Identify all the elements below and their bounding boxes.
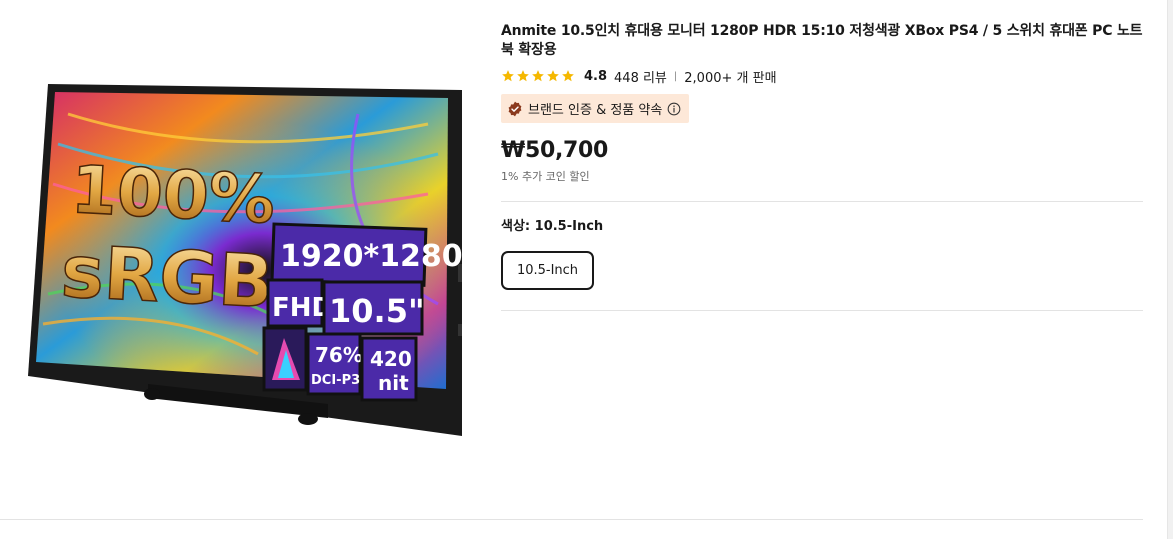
brand-badge-label: 브랜드 인증 & 정품 약속 [528, 103, 663, 118]
color-label: 색상: 10.5-Inch [501, 219, 604, 234]
star-icon [547, 70, 559, 82]
product-image[interactable]: 100% sRGB 1920*1280 FHD 10.5" 76% DCI-P3… [28, 84, 466, 436]
bottom-divider [0, 519, 1143, 520]
separator: | [673, 70, 678, 82]
overlay-nit: 420 [370, 347, 412, 371]
product-info: Anmite 10.5인치 휴대용 모니터 1280P HDR 15:10 저청… [501, 22, 1143, 311]
divider [501, 201, 1143, 202]
info-icon[interactable] [667, 102, 681, 116]
color-option-10-5-inch[interactable]: 10.5-Inch [501, 251, 594, 290]
star-icon [502, 70, 514, 82]
overlay-srgb-pct: 100% [69, 151, 277, 239]
product-title: Anmite 10.5인치 휴대용 모니터 1280P HDR 15:10 저청… [501, 23, 1143, 58]
overlay-resolution: 1920*1280 [280, 239, 463, 274]
sold-count: 2,000+ 개 판매 [684, 70, 777, 86]
overlay-srgb: sRGB [59, 229, 275, 324]
overlay-size: 10.5" [329, 292, 425, 330]
page-scrollbar[interactable] [1167, 0, 1173, 539]
star-icon [532, 70, 544, 82]
divider [501, 310, 1143, 311]
rating-row[interactable]: 4.8 448 리뷰 | 2,000+ 개 판매 [501, 67, 1143, 86]
product-price: ₩50,700 [501, 138, 609, 163]
star-icon [562, 70, 574, 82]
rating-value: 4.8 [584, 68, 608, 84]
overlay-nit-label: nit [378, 371, 409, 395]
rating-stars [501, 69, 575, 83]
coin-discount: 1% 추가 코인 할인 [501, 170, 590, 183]
review-count-link[interactable]: 448 리뷰 [614, 67, 667, 86]
overlay-dci-label: DCI-P3 [311, 373, 360, 388]
overlay-dci: 76% [315, 343, 363, 367]
brand-badge[interactable]: 브랜드 인증 & 정품 약속 [501, 94, 690, 123]
product-image-area: 100% sRGB 1920*1280 FHD 10.5" 76% DCI-P3… [0, 0, 490, 520]
star-icon [517, 70, 529, 82]
verified-check-icon [508, 101, 522, 116]
